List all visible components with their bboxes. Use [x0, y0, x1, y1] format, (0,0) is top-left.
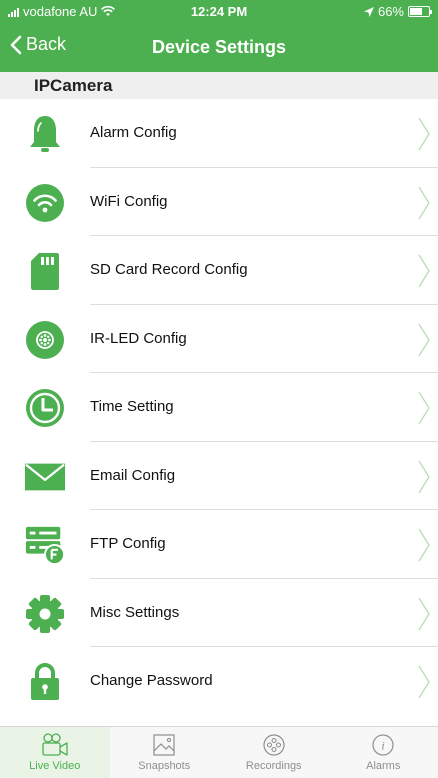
- chevron-right-icon: [418, 254, 430, 288]
- gear-icon: [24, 593, 66, 635]
- tab-alarms[interactable]: i Alarms: [329, 727, 438, 778]
- ir-led-icon: [24, 319, 66, 361]
- top-bar: vodafone AU 12:24 PM 66% Back Device Set…: [0, 0, 438, 72]
- battery-percent: 66%: [377, 4, 404, 19]
- menu-item-ir-led-config[interactable]: IR-LED Config: [0, 305, 438, 373]
- menu-item-label: SD Card Record Config: [90, 261, 248, 278]
- film-reel-icon: [263, 734, 285, 756]
- menu-item-label: Email Config: [90, 466, 176, 484]
- chevron-right-icon: [418, 186, 430, 219]
- menu-item-alarm-config[interactable]: Alarm Config: [0, 99, 438, 168]
- tab-recordings[interactable]: Recordings: [219, 727, 329, 778]
- location-arrow-icon: [363, 6, 374, 17]
- chevron-right-icon: [418, 391, 430, 425]
- chevron-right-icon: [418, 460, 430, 493]
- menu-item-label: Misc Settings: [90, 603, 180, 621]
- nav-bar: Back Device Settings: [0, 28, 438, 68]
- battery-fill: [410, 8, 422, 15]
- wifi-icon: [24, 182, 66, 224]
- menu-item-label: Time Setting: [90, 398, 174, 415]
- chevron-right-icon: [418, 528, 430, 562]
- status-bar: vodafone AU 12:24 PM 66%: [0, 0, 438, 22]
- menu-item-label: FTP Config: [90, 535, 166, 552]
- chevron-right-icon: [418, 323, 430, 356]
- video-camera-icon: [42, 733, 68, 756]
- tab-live-video[interactable]: Live Video: [0, 727, 110, 778]
- menu-item-label: WiFi Config: [90, 192, 168, 210]
- menu-item-email-config[interactable]: Email Config: [0, 442, 438, 510]
- device-settings-screen: vodafone AU 12:24 PM 66% Back Device Set…: [0, 0, 438, 778]
- menu-item-label: IR-LED Config: [90, 329, 187, 347]
- menu-item-time-setting[interactable]: Time Setting: [0, 373, 438, 442]
- lock-icon: [24, 661, 66, 703]
- menu-item-label: Change Password: [90, 672, 213, 689]
- clock-icon: [24, 387, 66, 429]
- page-title: Device Settings: [151, 37, 287, 57]
- chevron-right-icon: [418, 117, 430, 151]
- menu-item-wifi-config[interactable]: WiFi Config: [0, 168, 438, 236]
- tab-label: Snapshots: [138, 760, 191, 772]
- tab-bar: Live Video Snapshots Recordings i Alarms: [0, 726, 438, 778]
- menu-item-change-password[interactable]: Change Password: [0, 647, 438, 716]
- envelope-icon: [24, 456, 66, 498]
- menu-item-sd-card-record-config[interactable]: SD Card Record Config: [0, 236, 438, 305]
- info-icon: i: [372, 734, 394, 756]
- section-title: IPCamera: [34, 76, 113, 95]
- svg-text:i: i: [382, 739, 385, 753]
- bell-icon: [24, 113, 66, 155]
- battery-icon: [408, 6, 432, 17]
- tab-snapshots[interactable]: Snapshots: [110, 727, 220, 778]
- settings-list: Alarm Config WiFi Config SD Card Record …: [0, 99, 438, 716]
- tab-label: Recordings: [245, 760, 302, 772]
- chevron-right-icon: [418, 665, 430, 699]
- chevron-right-icon: [418, 597, 430, 630]
- sd-card-icon: [24, 250, 66, 292]
- ftp-server-icon: [24, 524, 66, 566]
- menu-item-ftp-config[interactable]: FTP Config: [0, 510, 438, 579]
- status-right: 66%: [363, 4, 432, 19]
- section-header: IPCamera: [0, 72, 438, 99]
- image-icon: [153, 734, 175, 756]
- tab-label: Live Video: [29, 760, 81, 772]
- menu-item-misc-settings[interactable]: Misc Settings: [0, 579, 438, 647]
- tab-label: Alarms: [366, 760, 401, 772]
- menu-item-label: Alarm Config: [90, 124, 177, 141]
